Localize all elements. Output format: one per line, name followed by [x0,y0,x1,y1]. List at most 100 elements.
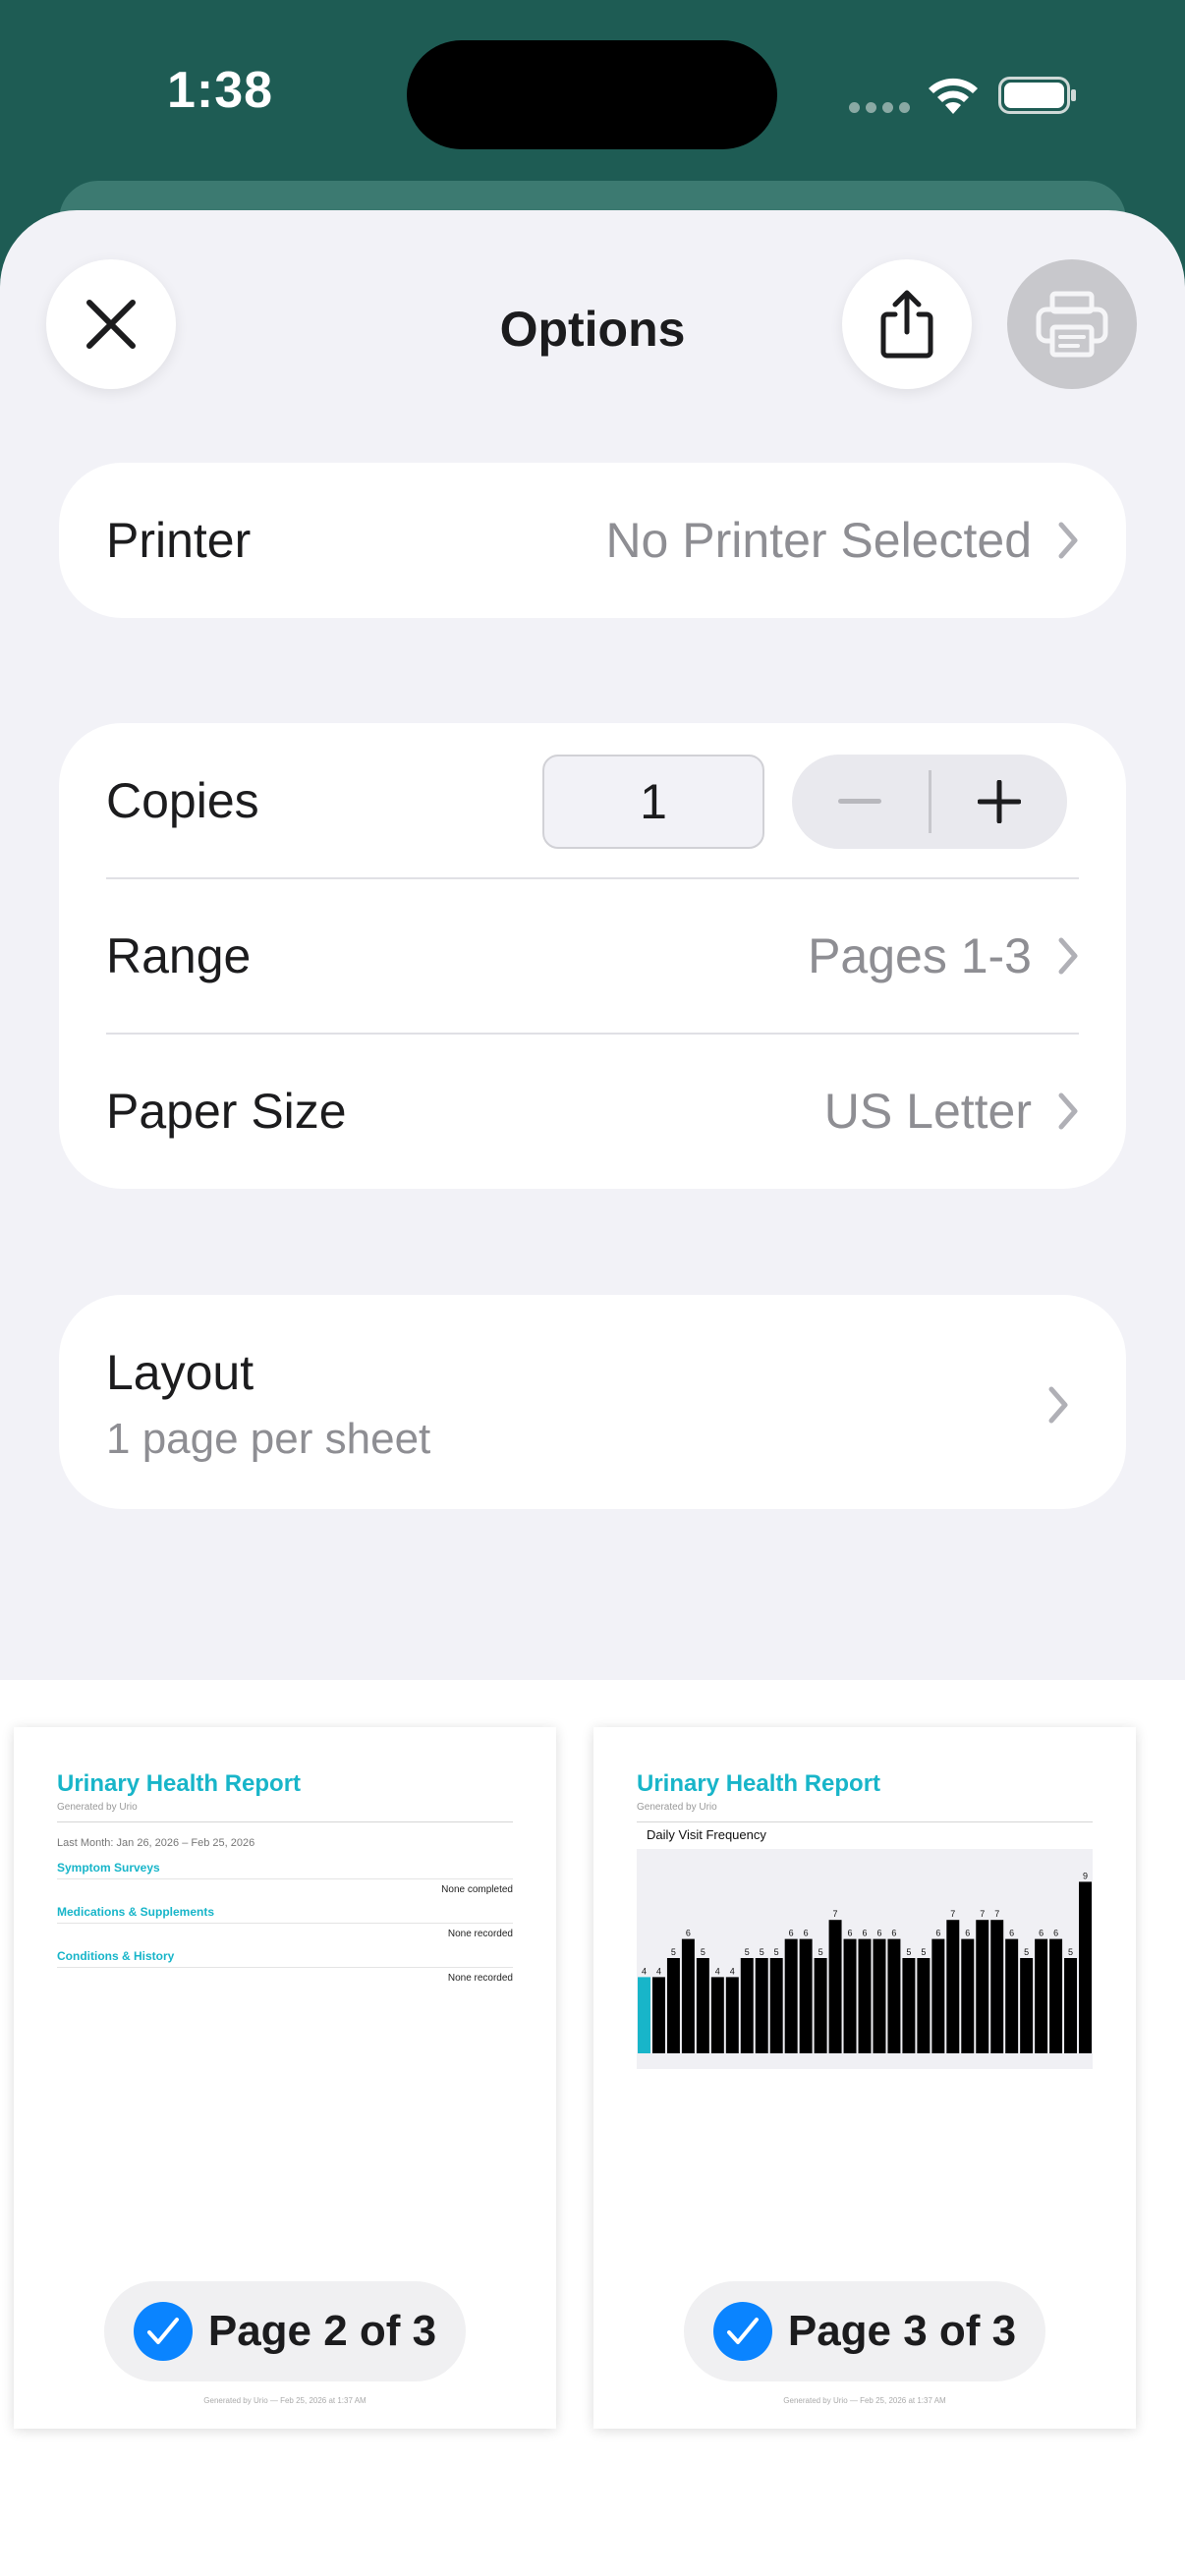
share-button[interactable] [842,259,972,389]
copies-stepper [792,755,1067,849]
range-label: Range [106,928,252,983]
chart-data-label: 6 [935,1929,940,1938]
chart-data-label: 7 [980,1909,985,1919]
chart-bar [961,1938,975,2053]
chart-bar [725,1977,739,2053]
chart-bar [902,1958,916,2053]
chart-data-label: 6 [1053,1929,1058,1938]
page-previews: Urinary Health Report Generated by Urio … [0,1680,1185,2576]
chart-data-label: 4 [656,1966,661,1976]
chart-data-label: 5 [906,1947,911,1957]
decrement-button[interactable] [792,755,929,849]
print-options-sheet: Options Printer No Printer Selected Copi… [0,210,1185,2576]
layout-value: 1 page per sheet [106,1415,431,1463]
share-icon [880,290,933,359]
chart-bar [755,1958,768,2053]
chart-data-label: 5 [760,1947,764,1957]
chevron-right-icon [1058,522,1078,559]
chart-bar [946,1920,960,2053]
copies-label: Copies [106,773,259,828]
chart-bar [1005,1938,1019,2053]
chart-data-label: 4 [730,1966,735,1976]
report-date-range: Last Month: Jan 26, 2026 – Feb 25, 2026 [57,1837,255,1849]
page-footer: Generated by Urio — Feb 25, 2026 at 1:37… [203,2396,367,2405]
paper-size-value: US Letter [823,1084,1032,1139]
page-2-selector[interactable]: Page 2 of 3 [104,2281,466,2381]
chart-data-label: 7 [994,1909,999,1919]
wifi-icon [929,78,978,114]
printer-card: Printer No Printer Selected [59,463,1126,618]
section-rule [57,1967,513,1968]
chart-bar [1049,1938,1063,2053]
paper-size-label: Paper Size [106,1084,347,1139]
chart-data-label: 5 [1024,1947,1029,1957]
report-rule [57,1821,513,1822]
chart-data-label: 6 [789,1929,794,1938]
report-title: Urinary Health Report [637,1770,881,1797]
chart-data-label: 6 [862,1929,867,1938]
chart-data-label: 7 [950,1909,955,1919]
section-value: None completed [441,1884,513,1895]
chart-bar [976,1920,989,2053]
chart-plot: 4 45654 45 5 56 6576 6 6 65 56767 7656 659 [638,1871,1092,2053]
printer-label: Printer [106,513,252,568]
chart-bar [858,1938,872,2053]
chart-data-label: 6 [686,1929,691,1938]
printer-row[interactable]: Printer No Printer Selected [106,463,1079,618]
layout-row[interactable]: Layout 1 page per sheet [59,1295,1126,1509]
chart-data-label: 5 [774,1947,779,1957]
print-button[interactable] [1007,259,1137,389]
range-value: Pages 1-3 [808,928,1032,983]
chart-bar [740,1958,754,2053]
section-value: None recorded [447,1929,513,1939]
paper-size-row[interactable]: Paper Size US Letter [106,1034,1079,1189]
section-title: Medications & Supplements [57,1905,215,1919]
report-rule [637,1821,1093,1822]
section-rule [57,1923,513,1924]
chevron-right-icon [1058,1092,1078,1130]
chart-data-label: 6 [1009,1929,1014,1938]
plus-icon [977,780,1021,823]
dynamic-island [407,40,777,149]
range-row[interactable]: Range Pages 1-3 [106,878,1079,1034]
page-preview-3[interactable]: Urinary Health Report Generated by Urio … [593,1727,1136,2429]
report-generated: Generated by Urio [57,1802,138,1813]
chart-bar [1079,1881,1092,2053]
chart-data-label: 6 [891,1929,896,1938]
chart-bar [1035,1938,1048,2053]
chart-bar [799,1938,813,2053]
chart-data-label: 6 [965,1929,970,1938]
chart-title: Daily Visit Frequency [647,1827,766,1842]
chevron-right-icon [1058,937,1078,975]
increment-button[interactable] [931,755,1068,849]
report-generated: Generated by Urio [637,1802,717,1813]
page-label: Page 2 of 3 [207,2307,437,2355]
chart-data-label: 6 [804,1929,809,1938]
chart-bar [828,1920,842,2053]
chart-bar [681,1938,695,2053]
section-rule [57,1878,513,1879]
minus-icon [838,799,882,804]
chart-bar [784,1938,798,2053]
cellular-signal-icon [849,102,910,113]
chart-data-label: 5 [745,1947,750,1957]
page-footer: Generated by Urio — Feb 25, 2026 at 1:37… [783,2396,946,2405]
page-preview-2[interactable]: Urinary Health Report Generated by Urio … [14,1727,556,2429]
chart-bar [666,1958,680,2053]
chart-data-label: 6 [848,1929,853,1938]
print-settings-card: Copies 1 Range Pages 1-3 Paper Size US L… [59,723,1126,1189]
chart-bar [651,1977,665,2053]
page-3-selector[interactable]: Page 3 of 3 [684,2281,1045,2381]
printer-value: No Printer Selected [605,513,1032,568]
chart-data-label: 5 [701,1947,705,1957]
chart-bar [1064,1958,1078,2053]
chart-data-label: 4 [642,1966,647,1976]
section-title: Conditions & History [57,1949,175,1963]
chart-data-label: 7 [833,1909,838,1919]
chart-bar [887,1938,901,2053]
chart-bar [814,1958,827,2053]
chart-data-label: 4 [715,1966,720,1976]
chart-bar [1020,1958,1034,2053]
copies-input[interactable]: 1 [542,755,764,849]
chart-data-label: 5 [921,1947,926,1957]
